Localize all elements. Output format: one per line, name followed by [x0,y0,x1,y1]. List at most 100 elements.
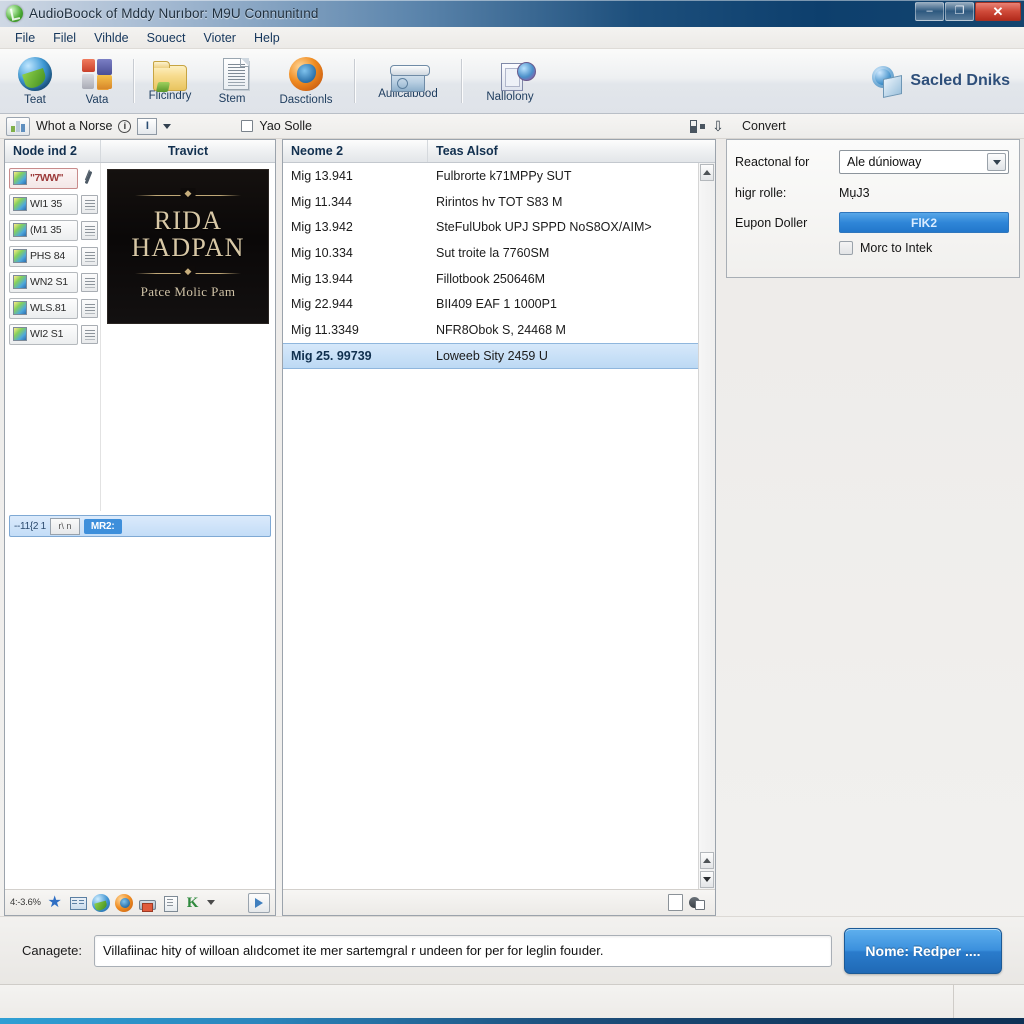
bottom-accent-strip [0,1018,1024,1024]
minimize-button[interactable]: – [915,2,944,21]
toolbar-button-teat[interactable]: Teat [4,51,66,111]
scroll-down-button[interactable] [700,871,714,888]
tree-item[interactable]: (M1 35 [9,219,98,241]
toolbar-separator [461,59,462,103]
menu-item-help[interactable]: Help [245,29,289,47]
convert-section-title: Convert [742,119,786,133]
coupon-button[interactable]: FlK2 [839,212,1009,233]
mini-chart-icon[interactable] [6,116,30,136]
menu-item-souect[interactable]: Souect [138,29,195,47]
toolbar-button-auiicalbood[interactable]: Auiicalbood [360,51,456,111]
table-row[interactable]: Mig 10.334 Sut troite la 7760SM [283,240,698,266]
scroll-page-button[interactable] [700,852,714,869]
tree-chip[interactable]: (M1 35 [9,219,78,241]
tree-chip[interactable]: WI2 S1 [9,323,78,345]
menu-item-filel[interactable]: Filel [44,29,85,47]
status-bar [0,984,1024,1018]
toolbar-button-vata[interactable]: Vata [66,51,128,111]
yao-solle-checkbox[interactable]: Yao Solle [241,119,312,133]
scrollbar-track[interactable] [699,182,715,851]
format-select[interactable]: Ale dúnioway [839,150,1009,174]
page-preview-icon[interactable] [81,220,98,240]
window-controls: – ❐ ✕ [915,2,1021,21]
table-row[interactable]: Mig 13.941 Fulbrorte k71MPPy SUT [283,163,698,189]
menu-item-vioter[interactable]: Vioter [195,29,245,47]
toolbar-button-nallolony[interactable]: Nallolony [467,51,553,111]
selected-item-thumb[interactable]: r\ n [49,517,80,535]
toolbar-button-dasctionls[interactable]: Dasctionls [263,51,349,111]
tree-item[interactable]: WI1 35 [9,193,98,215]
tree-chip[interactable]: "7WW" [9,167,78,189]
gear-disc-icon[interactable] [688,894,705,911]
row-name: Mig 10.334 [291,245,353,260]
firefox-icon[interactable] [114,893,133,912]
tree-chip[interactable]: WN2 S1 [9,271,78,293]
tree-item-label: (M1 35 [30,224,62,236]
k-icon[interactable]: K [184,894,202,912]
globe-icon [18,56,52,91]
more-to-intek-checkbox[interactable]: Morc to Intek [735,241,1009,255]
print-icon[interactable] [138,894,156,912]
column-header-node[interactable]: Node ind 2 [5,140,101,162]
format-label: Reactonal for [735,155,810,169]
chevron-down-icon[interactable] [206,900,215,905]
checkbox-box[interactable] [839,241,853,255]
chevron-down-icon[interactable] [987,153,1006,171]
tree-item[interactable]: WN2 S1 [9,271,98,293]
tree-item[interactable]: WI2 S1 [9,323,98,345]
column-header-neome[interactable]: Neome 2 [283,140,428,162]
redper-button[interactable]: Nome: Redper .... [844,927,1002,974]
globe-icon[interactable] [91,893,110,912]
toolbar-separator [133,59,134,103]
table-row[interactable]: Mig 11.344 Ririntos hv TOT S83 M [283,189,698,215]
menu-item-vihlde[interactable]: Vihlde [85,29,138,47]
canagete-input[interactable]: Villafiinac hity of willoan alıdcomet it… [94,934,832,967]
maximize-button[interactable]: ❐ [945,2,974,21]
tree-view-icon[interactable] [688,118,704,134]
footer-status-text: 4:-3.6% [10,897,41,908]
column-header-teas[interactable]: Teas Alsof [428,140,715,162]
tree-selected-item[interactable]: --11{2 1 r\ n MR2: [9,515,271,537]
text-format-icon[interactable]: I [137,117,158,135]
table-row-selected[interactable]: Mig 25. 99739 Loweeb Sity 2459 U [283,342,698,369]
book-cover[interactable]: RIDA HADPAN Patce Molic Pam [107,169,269,324]
toolbar-button-flicindry[interactable]: Flicindry [139,51,201,111]
table-row[interactable]: Mig 22.944 BII409 EAF 1 1000P1 [283,291,698,317]
cover-title-line2: HADPAN [131,232,245,262]
download-arrow-icon[interactable]: ⇩ [710,118,726,134]
close-button[interactable]: ✕ [975,2,1021,21]
rate-row: higr rolle: MụJ3 [735,186,1009,200]
tree-area: "7WW" WI1 35 (M1 35 PHS 84 WN2 S1 WLS.81… [5,163,275,511]
row-name: Mig 25. 99739 [291,348,372,363]
checkbox-box[interactable] [241,120,254,132]
tree-chip[interactable]: PHS 84 [9,245,78,267]
tree-item[interactable]: "7WW" [9,167,98,189]
page-preview-icon[interactable] [81,298,98,318]
page-preview-icon[interactable] [81,194,98,214]
rate-label: higr rolle: [735,186,787,200]
table-row[interactable]: Mig 13.942 SteFulUbok UPJ SPPD NoS8OX/AI… [283,214,698,240]
table-row[interactable]: Mig 13.944 Fillotbook 250646M [283,266,698,292]
tree-item[interactable]: WLS.81 [9,297,98,319]
tree-chip[interactable]: WI1 35 [9,193,78,215]
vertical-scrollbar[interactable] [698,163,715,889]
file-icon[interactable] [668,894,683,911]
export-icon[interactable] [248,892,270,913]
column-header-travict[interactable]: Travict [101,140,275,162]
tree-item[interactable]: PHS 84 [9,245,98,267]
page-icon[interactable] [161,894,179,912]
grid-icon[interactable] [69,894,87,912]
chevron-down-icon[interactable] [163,123,172,129]
page-preview-icon[interactable] [81,272,98,292]
toolbar-button-stem[interactable]: Stem [201,51,263,111]
wrench-icon[interactable] [81,169,98,188]
scroll-up-button[interactable] [700,164,714,181]
menu-item-file[interactable]: File [6,29,44,47]
star-icon[interactable]: ★ [46,894,64,912]
page-preview-icon[interactable] [81,324,98,344]
page-preview-icon[interactable] [81,246,98,266]
media-icon [501,61,536,91]
info-icon[interactable]: i [118,119,132,133]
table-row[interactable]: Mig 11.3349 NFR8Obok S, 24468 M [283,317,698,343]
tree-chip[interactable]: WLS.81 [9,297,78,319]
